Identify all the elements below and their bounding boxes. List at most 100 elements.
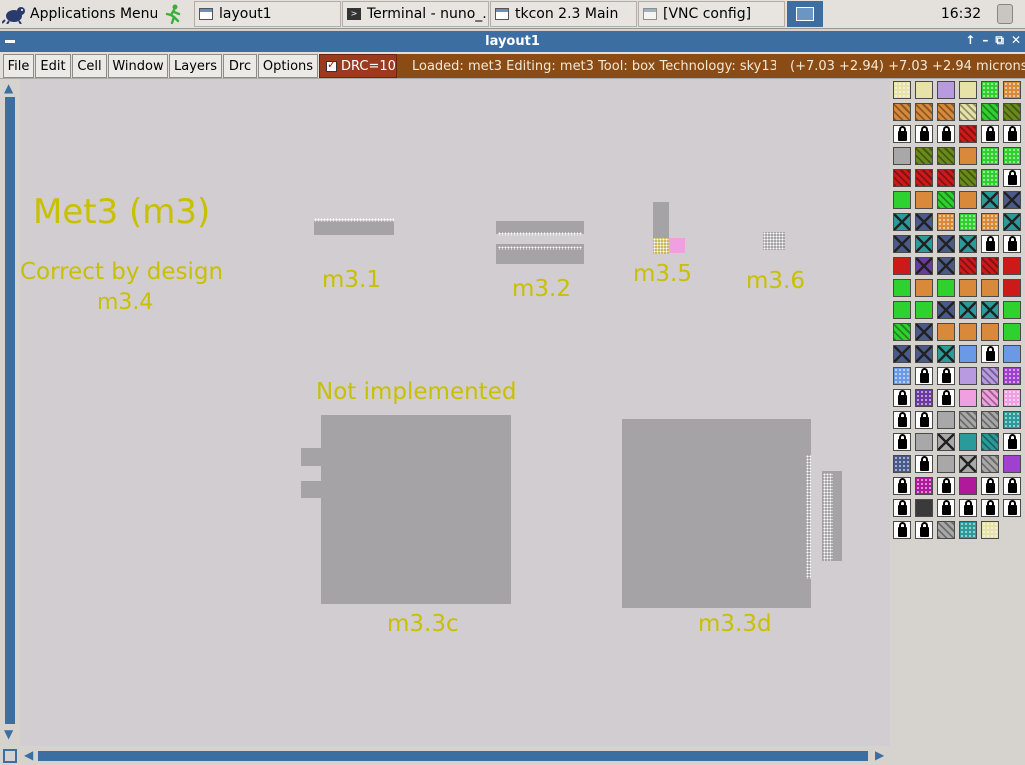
task-vnc-config[interactable]: [VNC config]	[638, 1, 785, 27]
layer-swatch[interactable]	[893, 499, 911, 517]
layer-swatch[interactable]	[937, 279, 955, 297]
horizontal-scrollbar[interactable]: ◀ ▶	[20, 746, 890, 765]
layer-swatch[interactable]	[959, 169, 977, 187]
menu-edit[interactable]: Edit	[35, 54, 71, 78]
layer-swatch[interactable]	[937, 411, 955, 429]
layer-swatch[interactable]	[893, 125, 911, 143]
scroll-right-arrow-icon[interactable]: ▶	[875, 748, 884, 762]
shape-m3-3d[interactable]	[622, 419, 811, 608]
layer-swatch[interactable]	[915, 191, 933, 209]
layer-swatch[interactable]	[893, 147, 911, 165]
layer-swatch[interactable]	[937, 323, 955, 341]
minimize-window-icon[interactable]: –	[982, 33, 988, 48]
shape-m3-6[interactable]	[763, 232, 785, 250]
layer-swatch[interactable]	[937, 499, 955, 517]
layer-swatch[interactable]	[1003, 499, 1021, 517]
layer-swatch[interactable]	[893, 301, 911, 319]
layer-swatch[interactable]	[915, 235, 933, 253]
layer-swatch[interactable]	[893, 323, 911, 341]
layer-swatch[interactable]	[915, 411, 933, 429]
layer-swatch[interactable]	[915, 125, 933, 143]
layer-swatch[interactable]	[893, 367, 911, 385]
layer-swatch[interactable]	[981, 125, 999, 143]
layer-swatch[interactable]	[937, 455, 955, 473]
layer-swatch[interactable]	[1003, 257, 1021, 275]
layer-swatch[interactable]	[937, 301, 955, 319]
layer-swatch[interactable]	[1003, 213, 1021, 231]
layer-swatch[interactable]	[893, 235, 911, 253]
layer-swatch[interactable]	[959, 521, 977, 539]
layer-swatch[interactable]	[915, 279, 933, 297]
layer-swatch[interactable]	[1003, 147, 1021, 165]
horizontal-scroll-thumb[interactable]	[38, 751, 868, 761]
layout-canvas[interactable]: Met3 (m3) Correct by design m3.4 m3.1 m3…	[20, 79, 890, 746]
layer-swatch[interactable]	[1003, 81, 1021, 99]
layer-swatch[interactable]	[981, 389, 999, 407]
drc-toggle[interactable]: DRC=10	[319, 54, 397, 78]
layer-swatch[interactable]	[937, 257, 955, 275]
layer-swatch[interactable]	[1003, 191, 1021, 209]
menu-drc[interactable]: Drc	[223, 54, 257, 78]
scroll-left-arrow-icon[interactable]: ◀	[24, 748, 33, 762]
layer-swatch[interactable]	[959, 477, 977, 495]
layer-swatch[interactable]	[915, 147, 933, 165]
layer-swatch[interactable]	[981, 345, 999, 363]
layer-swatch[interactable]	[915, 103, 933, 121]
layer-swatch[interactable]	[1003, 455, 1021, 473]
layer-swatch[interactable]	[1003, 477, 1021, 495]
layer-swatch[interactable]	[1003, 235, 1021, 253]
layer-swatch[interactable]	[959, 433, 977, 451]
layer-swatch[interactable]	[959, 367, 977, 385]
layer-swatch[interactable]	[915, 477, 933, 495]
maximize-window-icon[interactable]: ⧉	[995, 33, 1004, 48]
shade-window-icon[interactable]: ↑	[965, 33, 975, 48]
layer-swatch[interactable]	[937, 433, 955, 451]
layer-swatch[interactable]	[915, 433, 933, 451]
layer-swatch[interactable]	[937, 125, 955, 143]
vertical-scrollbar[interactable]: ▲ ▼	[0, 79, 20, 746]
layer-swatch[interactable]	[981, 433, 999, 451]
vertical-scroll-thumb[interactable]	[5, 97, 15, 724]
layer-swatch[interactable]	[1003, 323, 1021, 341]
layer-swatch[interactable]	[937, 103, 955, 121]
layer-swatch[interactable]	[893, 191, 911, 209]
shape-m3-3c[interactable]	[321, 415, 511, 604]
layer-swatch[interactable]	[981, 191, 999, 209]
layer-swatch[interactable]	[893, 411, 911, 429]
layer-swatch[interactable]	[937, 521, 955, 539]
layer-swatch[interactable]	[959, 191, 977, 209]
menu-layers[interactable]: Layers	[169, 54, 222, 78]
layer-swatch[interactable]	[981, 477, 999, 495]
menu-window[interactable]: Window	[108, 54, 168, 78]
layer-swatch[interactable]	[1003, 345, 1021, 363]
layer-swatch[interactable]	[915, 389, 933, 407]
layer-swatch[interactable]	[915, 521, 933, 539]
layer-swatch[interactable]	[981, 411, 999, 429]
layer-swatch[interactable]	[937, 345, 955, 363]
layer-swatch[interactable]	[959, 323, 977, 341]
layer-swatch[interactable]	[915, 169, 933, 187]
layer-swatch[interactable]	[915, 213, 933, 231]
layer-swatch[interactable]	[915, 345, 933, 363]
applications-menu-button[interactable]: Applications Menu	[2, 1, 157, 27]
window-titlebar[interactable]: layout1 ↑ – ⧉ ✕	[0, 31, 1025, 52]
layer-swatch[interactable]	[937, 147, 955, 165]
layer-swatch[interactable]	[937, 477, 955, 495]
trash-icon[interactable]	[988, 1, 1022, 27]
menu-file[interactable]: File	[3, 54, 34, 78]
layer-swatch[interactable]	[1003, 279, 1021, 297]
layer-swatch[interactable]	[915, 257, 933, 275]
layer-swatch[interactable]	[937, 213, 955, 231]
task-layout1[interactable]: layout1	[194, 1, 341, 27]
layer-swatch[interactable]	[959, 257, 977, 275]
menu-cell[interactable]: Cell	[72, 54, 107, 78]
layer-swatch[interactable]	[915, 455, 933, 473]
layer-swatch[interactable]	[959, 213, 977, 231]
layer-swatch[interactable]	[981, 323, 999, 341]
scroll-up-arrow-icon[interactable]: ▲	[4, 81, 13, 95]
layer-swatch[interactable]	[893, 279, 911, 297]
layer-swatch[interactable]	[915, 367, 933, 385]
layer-swatch[interactable]	[981, 455, 999, 473]
layer-swatch[interactable]	[981, 521, 999, 539]
layer-swatch[interactable]	[937, 367, 955, 385]
